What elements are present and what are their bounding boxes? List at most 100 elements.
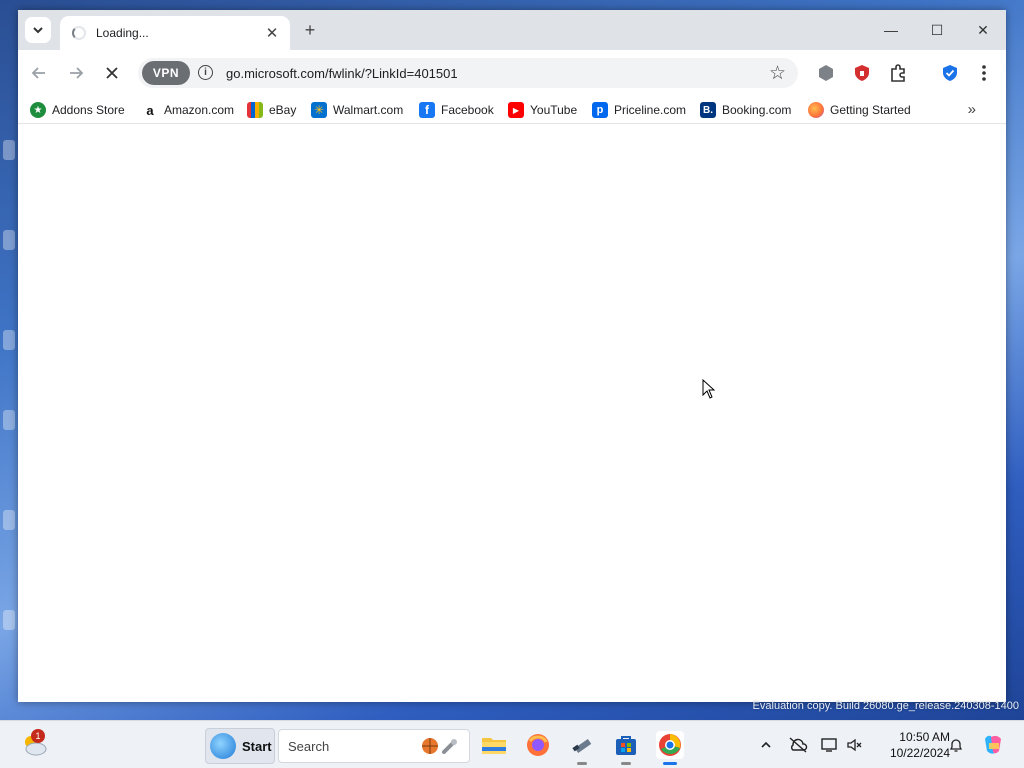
- running-indicator: [621, 762, 631, 765]
- maximize-button[interactable]: ☐: [914, 10, 960, 50]
- title-bar: Loading... ✕ + — ☐ ✕: [18, 10, 1006, 50]
- page-content: [18, 125, 1006, 702]
- bookmark-label: Priceline.com: [614, 103, 687, 117]
- store-icon: [616, 736, 636, 755]
- bookmark-label: YouTube: [530, 103, 578, 117]
- window-controls: — ☐ ✕: [868, 10, 1006, 50]
- folder-icon: [482, 738, 506, 754]
- evaluation-watermark: Evaluation copy. Build 26080.ge_release.…: [752, 700, 1019, 712]
- firefox-icon: [527, 734, 549, 756]
- taskbar-file-explorer[interactable]: [480, 731, 508, 759]
- close-window-button[interactable]: ✕: [960, 10, 1006, 50]
- vpn-button[interactable]: VPN: [142, 61, 190, 85]
- cloud-offline-icon: [789, 737, 808, 753]
- desktop-icon[interactable]: [3, 510, 15, 530]
- bookmark-booking[interactable]: B. Booking.com: [700, 100, 791, 120]
- back-button[interactable]: [26, 60, 52, 86]
- minimize-button[interactable]: —: [868, 10, 914, 50]
- loading-spinner-icon: [72, 26, 86, 40]
- taskbar-microsoft-store[interactable]: [612, 731, 640, 765]
- bookmark-walmart[interactable]: ✳ Walmart.com: [311, 100, 403, 120]
- bookmark-star-icon[interactable]: ☆: [769, 62, 786, 85]
- chevron-down-icon: [33, 27, 43, 34]
- start-button[interactable]: Start: [205, 728, 275, 764]
- booking-icon: B.: [700, 102, 716, 118]
- bookmark-label: Getting Started: [830, 103, 911, 117]
- bell-icon: [949, 739, 963, 752]
- onedrive-tray-button[interactable]: [788, 735, 808, 755]
- tab-title: Loading...: [96, 26, 149, 40]
- facebook-icon: f: [419, 102, 435, 118]
- mouse-cursor-icon: [702, 379, 716, 399]
- browser-window: Loading... ✕ + — ☐ ✕ VPN i go.microsoft.…: [18, 10, 1006, 702]
- puzzle-badge-icon: [819, 65, 833, 81]
- desktop-icon[interactable]: [3, 230, 15, 250]
- start-label: Start: [242, 738, 272, 754]
- taskbar-search[interactable]: Search: [278, 729, 470, 763]
- bookmark-addons-store[interactable]: ★ Addons Store: [30, 100, 125, 120]
- bookmark-getting-started[interactable]: Getting Started: [808, 100, 911, 120]
- forward-button[interactable]: [63, 60, 89, 86]
- taskbar-browser[interactable]: [656, 731, 684, 765]
- show-hidden-icons-button[interactable]: [756, 735, 776, 755]
- taskbar-app-usb[interactable]: [568, 731, 596, 765]
- basketball-icon: [422, 738, 438, 754]
- youtube-icon: ▶: [508, 102, 524, 118]
- volume-muted-icon: [847, 738, 862, 752]
- bookmark-amazon[interactable]: a Amazon.com: [142, 100, 234, 120]
- bookmark-ebay[interactable]: eBay: [247, 100, 296, 120]
- clock-date: 10/22/2024: [889, 746, 950, 760]
- notifications-button[interactable]: [946, 735, 966, 755]
- bookmark-label: Booking.com: [722, 103, 792, 117]
- bookmark-label: Walmart.com: [333, 103, 404, 117]
- bookmark-youtube[interactable]: ▶ YouTube: [508, 100, 577, 120]
- priceline-icon: p: [592, 102, 608, 118]
- volume-tray-button[interactable]: [845, 735, 865, 755]
- address-bar[interactable]: VPN i go.microsoft.com/fwlink/?LinkId=40…: [138, 58, 798, 88]
- network-tray-button[interactable]: [820, 735, 840, 755]
- system-clock[interactable]: 10:50 AM 10/22/2024: [870, 729, 950, 761]
- puzzle-icon: [891, 64, 905, 82]
- desktop-icon[interactable]: [3, 140, 15, 160]
- arrow-right-icon: [70, 67, 84, 79]
- extension-button[interactable]: [939, 62, 961, 84]
- bookmarks-overflow-icon[interactable]: »: [968, 101, 976, 118]
- shield-icon: [855, 65, 869, 81]
- ebay-icon: [247, 102, 263, 118]
- search-placeholder: Search: [288, 738, 330, 754]
- tab-close-icon[interactable]: ✕: [262, 23, 282, 43]
- start-logo-icon: [210, 733, 236, 759]
- browser-icon: [659, 734, 681, 756]
- copilot-button[interactable]: [980, 732, 1006, 758]
- bookmark-label: Facebook: [441, 103, 494, 117]
- bookmark-priceline[interactable]: p Priceline.com: [592, 100, 686, 120]
- desktop-edge: [0, 0, 18, 720]
- bookmark-label: Amazon.com: [164, 103, 235, 117]
- browser-menu-button[interactable]: [973, 62, 995, 84]
- new-tab-button[interactable]: +: [299, 19, 321, 41]
- desktop-icon[interactable]: [3, 610, 15, 630]
- desktop-icon[interactable]: [3, 330, 15, 350]
- desktop-icon[interactable]: [3, 410, 15, 430]
- firefox-icon: [808, 102, 824, 118]
- taskbar: 1 Start Search 10:50 AM 10/22/2024: [0, 720, 1024, 768]
- close-icon: [106, 67, 118, 79]
- usb-drive-icon: [572, 738, 592, 754]
- bookmark-facebook[interactable]: f Facebook: [419, 100, 494, 120]
- notification-badge: 1: [31, 729, 45, 743]
- taskbar-firefox[interactable]: [524, 731, 552, 759]
- network-icon: [821, 738, 837, 752]
- clock-time: 10:50 AM: [899, 730, 950, 744]
- tab-search-button[interactable]: [25, 17, 51, 43]
- addons-store-icon: ★: [30, 102, 46, 118]
- navigation-toolbar: VPN i go.microsoft.com/fwlink/?LinkId=40…: [18, 50, 1006, 96]
- extension-button[interactable]: [815, 62, 837, 84]
- site-info-icon[interactable]: i: [198, 65, 213, 80]
- extensions-menu-button[interactable]: [887, 62, 909, 84]
- url-text[interactable]: go.microsoft.com/fwlink/?LinkId=401501: [226, 66, 458, 81]
- tab-active[interactable]: Loading... ✕: [60, 16, 290, 50]
- walmart-icon: ✳: [311, 102, 327, 118]
- extension-button[interactable]: [851, 62, 873, 84]
- chevron-up-icon: [761, 741, 771, 748]
- stop-loading-button[interactable]: [99, 60, 125, 86]
